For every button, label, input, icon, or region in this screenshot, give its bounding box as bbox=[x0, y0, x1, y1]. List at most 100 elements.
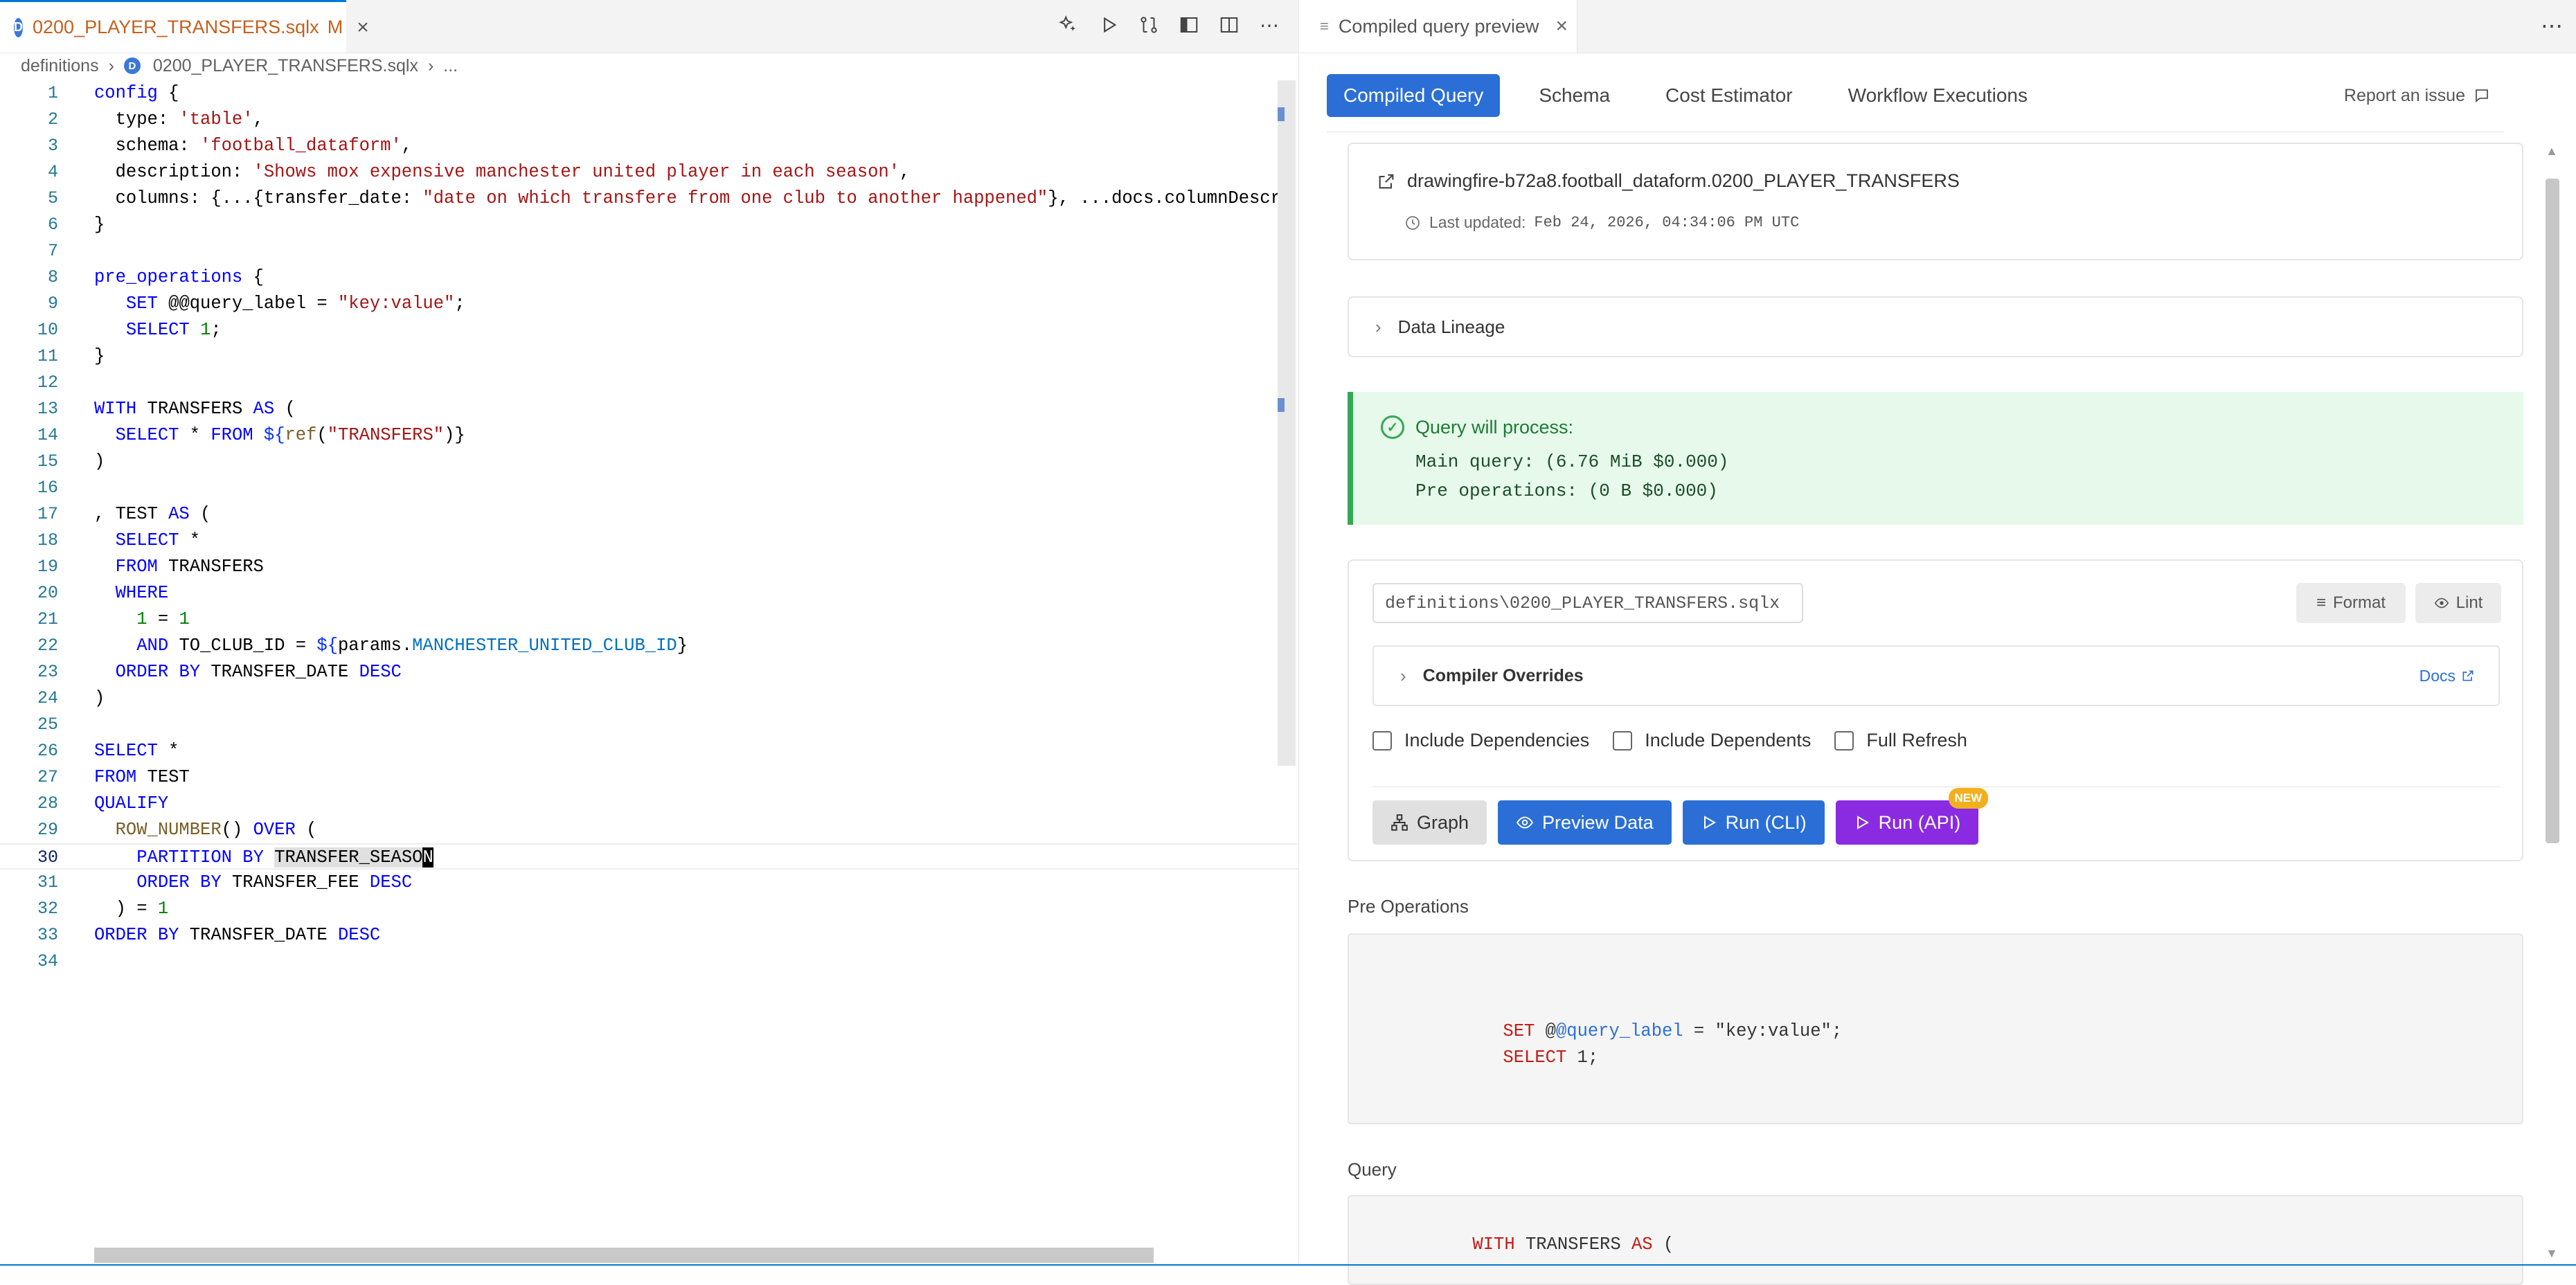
run-cli-button[interactable]: Run (CLI) bbox=[1682, 800, 1825, 845]
code-line[interactable]: 18 SELECT * bbox=[0, 528, 1298, 554]
code-text: description: 'Shows mox expensive manche… bbox=[94, 162, 911, 182]
line-number: 33 bbox=[37, 925, 58, 945]
code-line[interactable]: 20 WHERE bbox=[0, 580, 1298, 606]
compare-changes-icon[interactable] bbox=[1134, 10, 1164, 40]
tab-compiled-query[interactable]: Compiled Query bbox=[1327, 74, 1501, 117]
code-line[interactable]: 17 , TEST AS ( bbox=[0, 501, 1298, 528]
split-editor-icon[interactable] bbox=[1214, 10, 1244, 40]
breadcrumb-file[interactable]: 0200_PLAYER_TRANSFERS.sqlx bbox=[153, 56, 418, 76]
line-number: 5 bbox=[47, 188, 58, 208]
line-number: 23 bbox=[37, 662, 58, 682]
run-options: Include Dependencies Include Dependents … bbox=[1372, 730, 1991, 751]
scrollbar-thumb[interactable] bbox=[2546, 179, 2559, 843]
code-token: = "key:value"; bbox=[1683, 1021, 1843, 1041]
code-line[interactable]: 3 schema: 'football_dataform', bbox=[0, 133, 1298, 159]
code-line[interactable]: 10 SELECT 1; bbox=[0, 317, 1298, 343]
sparkle-icon[interactable] bbox=[1053, 10, 1084, 40]
code-text: ) bbox=[94, 451, 105, 471]
compiled-query-panel: ≡ Compiled query preview × ⋯ Compiled Qu… bbox=[1298, 0, 2576, 1285]
code-line[interactable]: 4 description: 'Shows mox expensive manc… bbox=[0, 159, 1298, 186]
code-line[interactable]: 6} bbox=[0, 212, 1298, 238]
code-line[interactable]: 1 config { bbox=[0, 80, 1298, 107]
format-icon: ≡ bbox=[2316, 593, 2326, 612]
docs-label: Docs bbox=[2419, 666, 2456, 685]
run-api-button[interactable]: Run (API) NEW bbox=[1835, 788, 1989, 845]
tab-workflow-executions[interactable]: Workflow Executions bbox=[1832, 74, 2044, 117]
checkbox[interactable] bbox=[1372, 730, 1392, 751]
format-label: Format bbox=[2333, 593, 2386, 612]
editor-vertical-scrollbar[interactable] bbox=[1278, 80, 1296, 766]
breadcrumb-more[interactable]: ... bbox=[443, 56, 458, 76]
preview-data-button[interactable]: Preview Data bbox=[1498, 800, 1672, 845]
lint-button[interactable]: Lint bbox=[2415, 583, 2501, 623]
code-line[interactable]: 22 AND TO_CLUB_ID = ${params.MANCHESTER_… bbox=[0, 633, 1298, 659]
code-line[interactable]: 21 1 = 1 bbox=[0, 606, 1298, 633]
include-dependents-checkbox[interactable]: Include Dependents bbox=[1613, 730, 1811, 751]
code-line[interactable]: 28 QUALIFY bbox=[0, 791, 1298, 817]
line-number: 25 bbox=[37, 715, 58, 735]
code-line[interactable]: 27 FROM TEST bbox=[0, 764, 1298, 791]
checkbox-label: Full Refresh bbox=[1866, 730, 1967, 751]
last-updated-value: Feb 24, 2026, 04:34:06 PM UTC bbox=[1534, 214, 1800, 231]
compiler-overrides-toggle[interactable]: › Compiler Overrides Docs bbox=[1372, 645, 2500, 706]
code-line[interactable]: 8 pre_operations { bbox=[0, 264, 1298, 291]
panel-scrollbar[interactable]: ▲ ▼ bbox=[2546, 144, 2559, 1266]
data-lineage-toggle[interactable]: › Data Lineage bbox=[1348, 296, 2523, 357]
more-actions-icon[interactable]: ⋯ bbox=[1254, 10, 1285, 40]
code-line[interactable]: 16 bbox=[0, 475, 1298, 501]
play-icon bbox=[1854, 814, 1870, 831]
file-path-field[interactable]: definitions\0200_PLAYER_TRANSFERS.sqlx bbox=[1372, 583, 1803, 623]
close-icon[interactable]: × bbox=[1555, 15, 1568, 38]
format-button[interactable]: ≡ Format bbox=[2296, 583, 2406, 623]
breadcrumb-folder[interactable]: definitions bbox=[21, 56, 99, 76]
code-line[interactable]: 29 ROW_NUMBER() OVER ( bbox=[0, 817, 1298, 843]
graph-button[interactable]: Graph bbox=[1372, 800, 1487, 845]
report-issue-link[interactable]: Report an issue bbox=[2344, 86, 2490, 106]
code-line[interactable]: 2 type: 'table', bbox=[0, 107, 1298, 133]
editor-horizontal-scrollbar[interactable] bbox=[94, 1248, 1154, 1263]
code-line[interactable]: 31 ORDER BY TRANSFER_FEE DESC bbox=[0, 870, 1298, 896]
close-icon[interactable]: × bbox=[357, 16, 369, 39]
line-number: 4 bbox=[47, 162, 58, 182]
tab-0200-player-transfers[interactable]: D 0200_PLAYER_TRANSFERS.sqlx M × bbox=[0, 0, 369, 53]
full-refresh-checkbox[interactable]: Full Refresh bbox=[1834, 730, 1967, 751]
play-icon bbox=[1701, 814, 1717, 831]
code-line[interactable]: 26 SELECT * bbox=[0, 738, 1298, 764]
code-area[interactable]: 1 config {2 type: 'table', 3 schema: 'foot… bbox=[0, 80, 1298, 1250]
code-line[interactable]: 13 WITH TRANSFERS AS ( bbox=[0, 396, 1298, 422]
docs-link[interactable]: Docs bbox=[2420, 667, 2475, 685]
scroll-up-icon[interactable]: ▲ bbox=[2546, 144, 2558, 159]
code-line[interactable]: 9 SET @@query_label = "key:value"; bbox=[0, 291, 1298, 317]
code-line[interactable]: 23 ORDER BY TRANSFER_DATE DESC bbox=[0, 659, 1298, 685]
checkbox[interactable] bbox=[1613, 730, 1633, 751]
more-actions-icon[interactable]: ⋯ bbox=[2541, 12, 2563, 39]
tab-cost-estimator[interactable]: Cost Estimator bbox=[1649, 74, 1809, 117]
checkbox[interactable] bbox=[1834, 730, 1854, 751]
code-line[interactable]: 5 columns: {...{transfer_date: "date on … bbox=[0, 186, 1298, 212]
tab-schema[interactable]: Schema bbox=[1522, 74, 1627, 117]
line-number: 21 bbox=[37, 609, 58, 629]
external-link-icon[interactable] bbox=[1377, 172, 1396, 191]
include-dependencies-checkbox[interactable]: Include Dependencies bbox=[1372, 730, 1589, 751]
run-icon[interactable] bbox=[1093, 10, 1124, 40]
code-line[interactable]: 25 bbox=[0, 712, 1298, 738]
tab-compiled-query-preview[interactable]: ≡ Compiled query preview × bbox=[1299, 0, 1577, 53]
scroll-down-icon[interactable]: ▼ bbox=[2546, 1246, 2558, 1261]
line-number: 27 bbox=[37, 767, 58, 787]
line-number: 8 bbox=[47, 267, 58, 287]
toggle-panel-icon[interactable] bbox=[1174, 10, 1204, 40]
run-api-label: Run (API) bbox=[1878, 811, 1961, 833]
code-line[interactable]: 7 bbox=[0, 238, 1298, 264]
code-line[interactable]: 32 ) = 1 bbox=[0, 896, 1298, 922]
code-line[interactable]: 11} bbox=[0, 343, 1298, 370]
code-line[interactable]: 15) bbox=[0, 449, 1298, 475]
code-line[interactable]: 33 ORDER BY TRANSFER_DATE DESC bbox=[0, 922, 1298, 949]
code-line[interactable]: 12 bbox=[0, 370, 1298, 396]
report-issue-label: Report an issue bbox=[2343, 85, 2465, 105]
code-line[interactable]: 24) bbox=[0, 685, 1298, 712]
code-line[interactable]: 14 SELECT * FROM ${ref("TRANSFERS")} bbox=[0, 422, 1298, 449]
code-line[interactable]: 34 bbox=[0, 949, 1298, 975]
code-line[interactable]: 19 FROM TRANSFERS bbox=[0, 554, 1298, 580]
editor-tab-bar: D 0200_PLAYER_TRANSFERS.sqlx M × ⋯ bbox=[0, 0, 1298, 53]
code-line[interactable]: 30 PARTITION BY TRANSFER_SEASON bbox=[0, 843, 1298, 870]
